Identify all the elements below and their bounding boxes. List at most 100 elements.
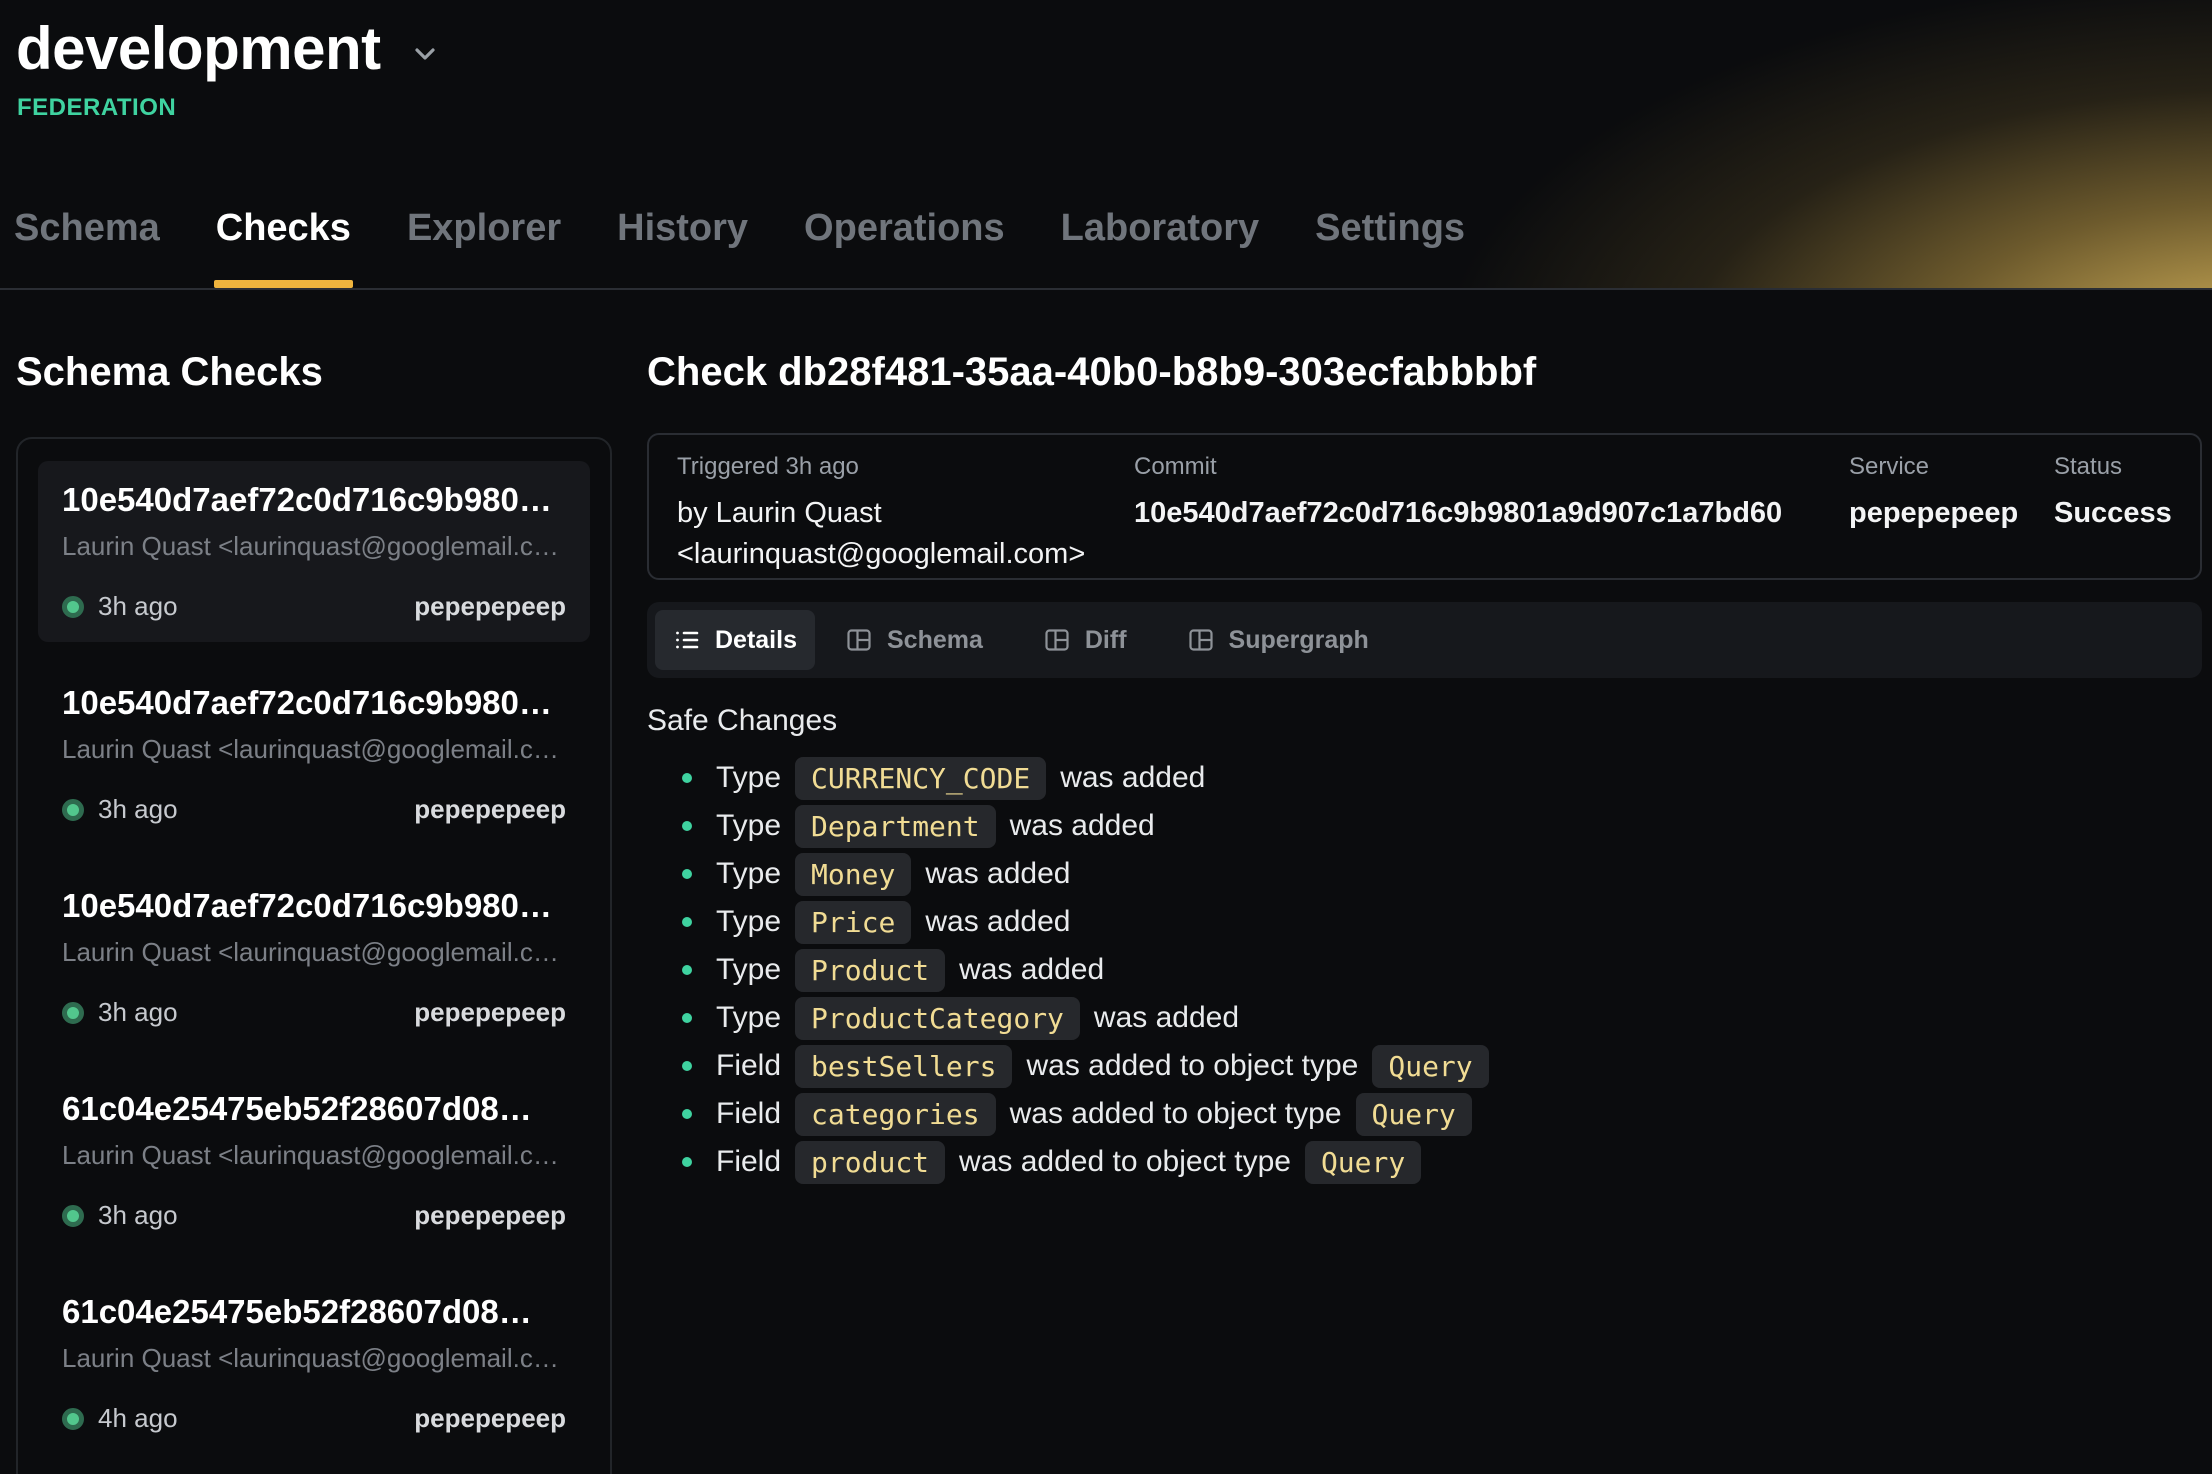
- check-list-item[interactable]: 61c04e25475eb52f28607d08…Laurin Quast <l…: [38, 1273, 590, 1454]
- change-code: ProductCategory: [795, 997, 1080, 1040]
- bullet-icon: [682, 1109, 692, 1119]
- change-row: Field bestSellers was added to object type…: [682, 1042, 2202, 1090]
- change-prefix: Field: [716, 1145, 781, 1179]
- check-detail-panel: Check db28f481-35aa-40b0-b8b9-303ecfabbb…: [647, 290, 2202, 1186]
- change-row: TypePricewas added: [682, 898, 2202, 946]
- view-tab-details[interactable]: Details: [655, 610, 815, 670]
- check-item-author: Laurin Quast <laurinquast@googlemail.co…: [62, 531, 566, 562]
- change-suffix: was added to object type: [959, 1145, 1291, 1179]
- change-prefix: Type: [716, 857, 781, 891]
- check-item-service: pepepepeep: [414, 794, 566, 825]
- columns-icon: [1043, 626, 1071, 654]
- meta-col-status: Status Success: [2054, 453, 2172, 578]
- changes-list: TypeCURRENCY_CODEwas addedTypeDepartment…: [682, 754, 2202, 1186]
- tab-explorer[interactable]: Explorer: [407, 206, 561, 288]
- change-suffix: was added: [959, 953, 1104, 987]
- change-row: Fieldcategorieswas added to object typeQ…: [682, 1090, 2202, 1138]
- columns-icon: [1187, 626, 1215, 654]
- change-suffix: was added: [925, 905, 1070, 939]
- columns-icon: [845, 626, 873, 654]
- status-dot-icon: [62, 1205, 84, 1227]
- check-item-author: Laurin Quast <laurinquast@googlemail.co…: [62, 1343, 566, 1374]
- meta-col-commit: Commit 10e540d7aef72c0d716c9b9801a9d907c…: [1134, 453, 1849, 578]
- check-item-author: Laurin Quast <laurinquast@googlemail.co…: [62, 1140, 566, 1171]
- page-content: Schema Checks 10e540d7aef72c0d716c9b980……: [0, 290, 2212, 1474]
- project-type-badge: FEDERATION: [17, 94, 176, 122]
- change-row: Fieldproductwas added to object typeQuer…: [682, 1138, 2202, 1186]
- check-item-service: pepepepeep: [414, 997, 566, 1028]
- change-code: bestSellers: [795, 1045, 1012, 1088]
- status-dot-icon: [62, 1408, 84, 1430]
- bullet-icon: [682, 821, 692, 831]
- bullet-icon: [682, 1061, 692, 1071]
- check-item-hash: 10e540d7aef72c0d716c9b980…: [62, 481, 566, 519]
- check-list-item[interactable]: 10e540d7aef72c0d716c9b980…Laurin Quast <…: [38, 867, 590, 1048]
- check-item-footer: 3h ago pepepepeep: [62, 997, 566, 1028]
- bullet-icon: [682, 773, 692, 783]
- status-dot-icon: [62, 799, 84, 821]
- meta-col-triggered: Triggered 3h ago by Laurin Quast <laurin…: [677, 453, 1134, 578]
- change-suffix: was added: [925, 857, 1070, 891]
- check-item-hash: 10e540d7aef72c0d716c9b980…: [62, 684, 566, 722]
- view-tab-label: Supergraph: [1229, 626, 1369, 655]
- tab-settings[interactable]: Settings: [1315, 206, 1465, 288]
- change-row: TypeProductCategorywas added: [682, 994, 2202, 1042]
- tab-checks[interactable]: Checks: [216, 206, 351, 288]
- check-item-hash: 10e540d7aef72c0d716c9b980…: [62, 887, 566, 925]
- check-item-time: 3h ago: [98, 794, 178, 825]
- tab-history[interactable]: History: [617, 206, 748, 288]
- change-code-type: Query: [1372, 1045, 1488, 1088]
- chevron-down-icon[interactable]: [409, 38, 441, 70]
- change-suffix: was added to object type: [1026, 1049, 1358, 1083]
- check-item-time: 3h ago: [98, 1200, 178, 1231]
- check-item-hash: 61c04e25475eb52f28607d08…: [62, 1090, 566, 1128]
- tab-laboratory[interactable]: Laboratory: [1061, 206, 1259, 288]
- check-item-time: 3h ago: [98, 997, 178, 1028]
- view-tab-schema[interactable]: Schema: [815, 610, 1013, 670]
- tab-operations[interactable]: Operations: [804, 206, 1005, 288]
- change-code: Product: [795, 949, 945, 992]
- change-suffix: was added to object type: [1010, 1097, 1342, 1131]
- check-item-footer: 3h agopepepepeep: [62, 591, 566, 622]
- status-dot-icon: [62, 1002, 84, 1024]
- tab-schema[interactable]: Schema: [14, 206, 160, 288]
- main-nav-tabs: Schema Checks Explorer History Operations Lab…: [14, 206, 1465, 288]
- change-suffix: was added: [1060, 761, 1205, 795]
- change-row: Type CURRENCY_CODE was added: [682, 754, 2202, 802]
- check-item-author: Laurin Quast <laurinquast@googlemail.co…: [62, 734, 566, 765]
- change-code: CURRENCY_CODE: [795, 757, 1046, 800]
- project-selector[interactable]: development: [16, 16, 441, 82]
- view-tab-label: Details: [715, 626, 797, 655]
- change-prefix: Type: [716, 905, 781, 939]
- project-title: development: [16, 16, 381, 82]
- status-dot-icon: [62, 596, 84, 618]
- change-prefix: Type: [716, 761, 781, 795]
- bullet-icon: [682, 869, 692, 879]
- changes-section-title: Safe Changes: [647, 704, 2202, 738]
- page-header: development FEDERATION Schema Checks Explo…: [0, 0, 2212, 290]
- check-meta-box: Triggered 3h ago by Laurin Quast <laurin…: [647, 433, 2202, 580]
- commit-value: 10e540d7aef72c0d716c9b9801a9d907c1a7bd60: [1134, 493, 1849, 534]
- change-prefix: Field: [716, 1049, 781, 1083]
- check-list-item[interactable]: 10e540d7aef72c0d716c9b980… Laurin Quast <…: [38, 461, 590, 642]
- service-label: Service: [1849, 453, 2054, 481]
- change-code-type: Query: [1356, 1093, 1472, 1136]
- triggered-by-value: by Laurin Quast <laurinquast@googlemail.…: [677, 493, 1134, 575]
- view-tab-diff[interactable]: Diff: [1013, 610, 1157, 670]
- triggered-label: Triggered 3h ago: [677, 453, 1134, 481]
- change-suffix: was added: [1010, 809, 1155, 843]
- view-tab-supergraph[interactable]: Supergraph: [1157, 610, 1399, 670]
- change-prefix: Type: [716, 1001, 781, 1035]
- sidebar-title: Schema Checks: [16, 350, 612, 395]
- bullet-icon: [682, 1157, 692, 1167]
- change-prefix: Field: [716, 1097, 781, 1131]
- meta-col-service: Service pepepepeep: [1849, 453, 2054, 578]
- change-code: Department: [795, 805, 996, 848]
- check-list-item[interactable]: 61c04e25475eb52f28607d08… Laurin Quast <l…: [38, 1070, 590, 1251]
- check-title: Check db28f481-35aa-40b0-b8b9-303ecfabbb…: [647, 350, 2202, 395]
- view-tab-label: Diff: [1085, 626, 1127, 655]
- check-list-item[interactable]: 10e540d7aef72c0d716c9b980… Laurin Quast <…: [38, 664, 590, 845]
- status-value: Success: [2054, 493, 2172, 534]
- check-item-service: pepepepeep: [414, 591, 566, 622]
- check-item-time: 4h ago: [98, 1403, 178, 1434]
